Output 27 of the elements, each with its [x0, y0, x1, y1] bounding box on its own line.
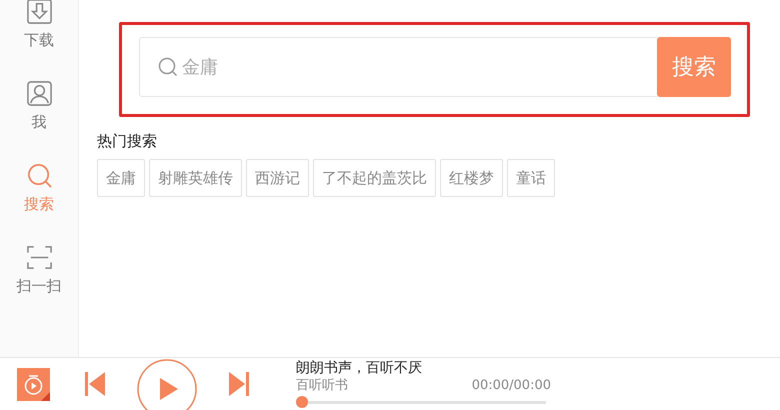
album-cover-icon[interactable]: [17, 368, 50, 400]
track-title: 朗朗书声，百听不厌: [296, 360, 423, 376]
search-icon: [26, 162, 52, 189]
sidebar-item[interactable]: 搜索: [24, 162, 54, 214]
search-button[interactable]: 搜索: [657, 37, 731, 97]
sidebar-item[interactable]: 我: [26, 80, 52, 132]
search-icon: [158, 57, 178, 77]
hot-search-tag[interactable]: 了不起的盖茨比: [313, 159, 436, 197]
sidebar-item[interactable]: 下载: [24, 0, 54, 50]
progress-slider[interactable]: [296, 396, 546, 408]
hot-search-tag[interactable]: 西游记: [246, 159, 309, 197]
hot-search-tag[interactable]: 金庸: [97, 159, 145, 197]
download-icon: [26, 0, 52, 25]
previous-icon[interactable]: [85, 372, 105, 396]
section-title: 热门搜索: [97, 132, 158, 151]
hot-search-tag[interactable]: 射雕英雄传: [149, 159, 242, 197]
time-display: 00:00/00:00: [472, 378, 551, 394]
user-icon: [26, 80, 52, 107]
scan-icon: [26, 244, 52, 271]
hot-search-tag[interactable]: 童话: [507, 159, 555, 197]
next-icon[interactable]: [229, 372, 249, 396]
play-button[interactable]: [137, 359, 197, 410]
sidebar-item[interactable]: 扫一扫: [16, 244, 62, 296]
search-field[interactable]: 金庸: [139, 37, 657, 97]
hot-search-tag[interactable]: 红楼梦: [440, 159, 503, 197]
slider-thumb[interactable]: [296, 396, 308, 408]
album-name: 百听听书: [296, 378, 348, 394]
